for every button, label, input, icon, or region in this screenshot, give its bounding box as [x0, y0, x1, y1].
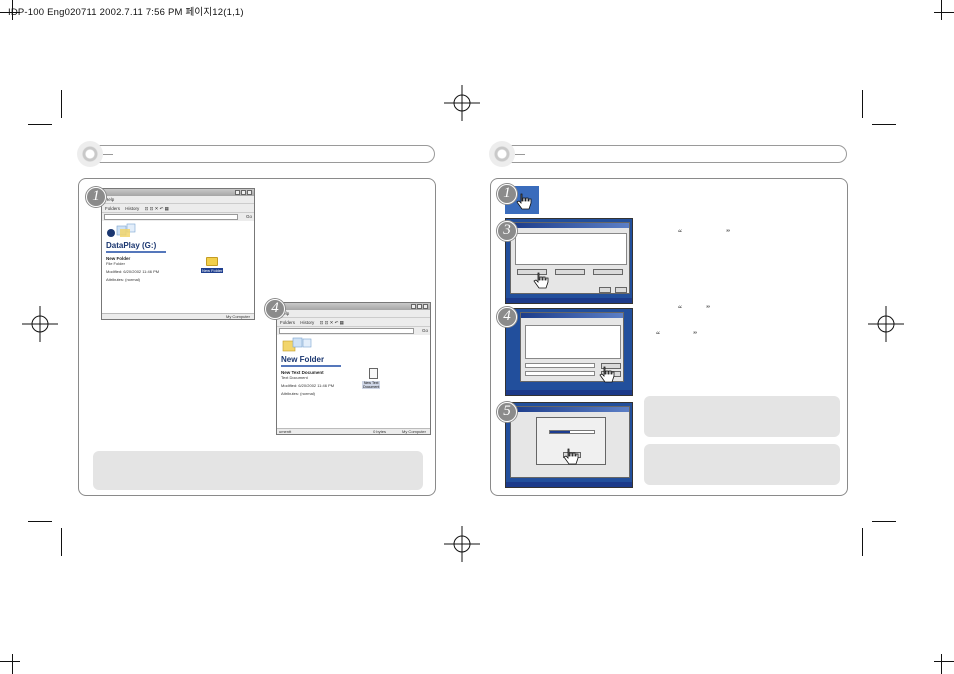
quote-open-1: “ — [678, 228, 682, 238]
pointer-hand-icon — [533, 272, 549, 289]
selected-item-type: File Folder — [106, 261, 125, 266]
step-badge-1: 1 — [86, 187, 106, 207]
quote-close-3: ” — [693, 330, 697, 340]
selected-item-modified: Modified: 6/20/2002 11:46 PM — [106, 269, 160, 274]
pointer-hand-icon — [516, 193, 532, 210]
dialog-button-e[interactable] — [615, 287, 627, 293]
address-input[interactable] — [104, 214, 238, 220]
explorer-window-folder: Help Folders History ⊡ ⊡ ✕ ↶ ▦ Go New Fo… — [276, 302, 431, 435]
folder-rename-label[interactable]: New Folder — [201, 268, 224, 273]
explorer-toolbar: Folders History ⊡ ⊡ ✕ ↶ ▦ — [102, 203, 254, 213]
pointer-hand-icon — [599, 366, 615, 383]
registration-mark-bottom — [444, 526, 480, 562]
text-document-label[interactable]: New Text Document — [362, 381, 381, 389]
quote-open-2: “ — [678, 304, 682, 314]
registration-mark-top — [444, 85, 480, 121]
window-controls[interactable] — [411, 304, 428, 309]
folder-title: New Folder — [281, 355, 325, 364]
right-note-box-2 — [644, 444, 840, 485]
menu-bar[interactable]: Help — [102, 196, 254, 203]
status-my-computer: My Computer — [225, 314, 250, 319]
dialog-button-d[interactable] — [599, 287, 611, 293]
left-note-box — [93, 451, 423, 490]
address-input[interactable] — [279, 328, 414, 334]
quote-open-3: “ — [656, 330, 660, 340]
installer-screenshot-5 — [505, 402, 633, 488]
history-button[interactable]: History — [125, 204, 139, 213]
left-header-ring-icon — [77, 141, 103, 167]
right-header-ring-icon — [489, 141, 515, 167]
title-rule — [281, 365, 341, 367]
status-bar: My Computer — [102, 313, 254, 319]
installer-dialog — [510, 222, 630, 294]
go-button[interactable]: Go — [422, 328, 428, 333]
installer-screenshot-4 — [505, 308, 633, 396]
status-bar: umentt 0 bytes My Computer — [277, 428, 430, 434]
toolbar-icons[interactable]: ⊡ ⊡ ✕ ↶ ▦ — [145, 204, 169, 213]
folder-header-icon — [282, 337, 312, 352]
registration-mark-right — [868, 306, 904, 342]
step-badge-1: 1 — [497, 184, 517, 204]
status-size: 0 bytes — [373, 429, 386, 434]
right-note-box-1 — [644, 396, 840, 437]
print-slug: IDP-100 Eng020711 2002.7.11 7:56 PM 페이지1… — [8, 7, 244, 18]
step-badge-3: 3 — [497, 221, 517, 241]
explorer-window-drive: Help Folders History ⊡ ⊡ ✕ ↶ ▦ Go DataPl… — [101, 188, 255, 320]
selected-item-attributes: Attributes: (normal) — [281, 391, 316, 396]
drive-title: DataPlay (G:) — [106, 241, 157, 250]
dialog-button-b[interactable] — [555, 269, 585, 275]
status-my-computer: My Computer — [401, 429, 426, 434]
selected-item-modified: Modified: 6/20/2002 11:46 PM — [281, 383, 335, 388]
title-rule — [106, 251, 166, 253]
history-button[interactable]: History — [300, 318, 314, 327]
folders-button[interactable]: Folders — [105, 204, 120, 213]
explorer-toolbar: Folders History ⊡ ⊡ ✕ ↶ ▦ — [277, 317, 430, 327]
pointer-hand-icon — [563, 448, 579, 465]
right-header-bar — [492, 145, 847, 163]
quote-close-1: ” — [726, 228, 730, 238]
go-button[interactable]: Go — [246, 214, 252, 219]
step-badge-4: 4 — [265, 299, 285, 319]
status-left-text: umentt — [279, 429, 292, 434]
address-bar: Go — [102, 213, 254, 221]
installer-screenshot-3 — [505, 218, 633, 304]
text-document-icon[interactable] — [369, 368, 378, 379]
folder-icon[interactable] — [206, 257, 218, 266]
dataplay-logo-icon — [107, 223, 136, 237]
selected-item-type: Text Document — [281, 375, 308, 380]
menu-help[interactable]: Help — [105, 197, 114, 202]
menu-bar[interactable]: Help — [277, 310, 430, 317]
window-title-bar — [102, 189, 254, 196]
step-badge-4: 4 — [497, 307, 517, 327]
dialog-button-c[interactable] — [593, 269, 623, 275]
folders-button[interactable]: Folders — [280, 318, 295, 327]
registration-mark-left — [22, 306, 58, 342]
quote-close-2: ” — [706, 304, 710, 314]
selected-item-attributes: Attributes: (normal) — [106, 277, 141, 282]
window-controls[interactable] — [235, 190, 252, 195]
left-header-bar — [80, 145, 435, 163]
window-title-bar — [277, 303, 430, 310]
step-badge-5: 5 — [497, 402, 517, 422]
address-bar: Go — [277, 327, 430, 335]
toolbar-icons[interactable]: ⊡ ⊡ ✕ ↶ ▦ — [320, 318, 344, 327]
